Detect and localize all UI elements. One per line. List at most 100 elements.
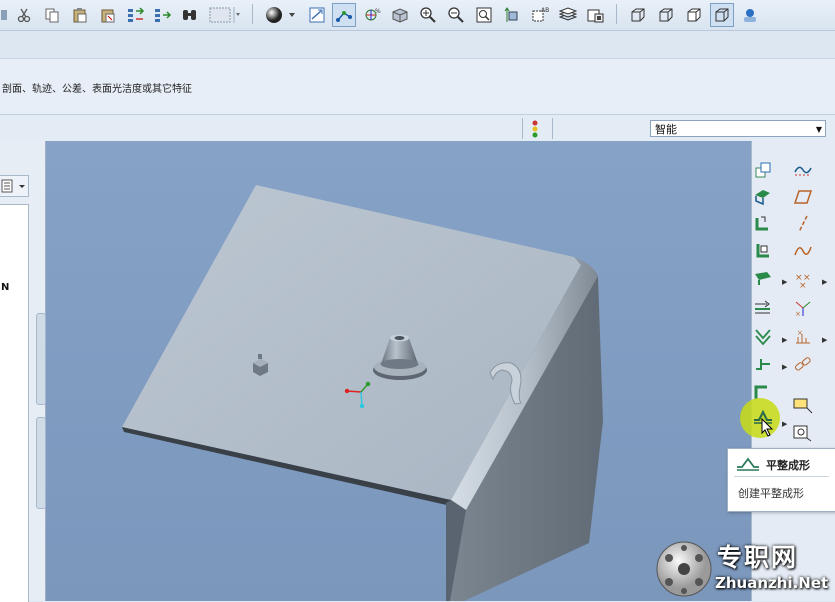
find-button[interactable] [178,3,202,27]
main-toolbar: % AB [0,0,835,31]
model-tree-button[interactable] [738,3,762,27]
view-manager-button[interactable] [388,3,412,27]
tooltip: 平整成形 创建平整成形 [727,448,835,512]
refit-button[interactable] [305,3,329,27]
analysis-icon: × [796,329,810,344]
svg-text:×: × [797,329,803,337]
twist-wall-button[interactable] [752,267,774,289]
datum-plane-button[interactable] [792,186,814,208]
zoom-in-button[interactable] [416,3,440,27]
datum-display-button[interactable] [332,3,356,27]
sketched-wall-button[interactable] [792,159,814,181]
panel-sash-lower[interactable] [36,417,46,509]
watermark-chinese: 专职网 [717,543,799,572]
zoom-box-icon [476,7,492,23]
tree-settings-button[interactable] [0,175,29,197]
flyout-arrow-icon: ▶ [782,336,788,344]
layers-icon [559,7,577,21]
appearance-button[interactable] [584,3,608,27]
toolbar-separator [252,4,253,24]
zoom-out-icon [448,7,464,23]
shaded-button[interactable] [710,3,734,27]
tooltip-title: 平整成形 [766,459,810,472]
hidden-line-button[interactable] [654,3,678,27]
flyout-arrow-icon: ▶ [782,278,788,286]
analysis-button[interactable]: × [792,326,814,348]
merge-wall-button[interactable] [752,297,774,319]
svg-text:×: × [795,310,801,318]
named-view-button[interactable]: AB [528,3,552,27]
soccer-ball-logo [656,541,712,597]
regenerate-manager-icon [155,9,172,22]
datum-axis-icon [798,215,808,233]
select-box-button[interactable] [206,3,244,27]
regenerate-manager-button[interactable] [151,3,175,27]
paste-button[interactable] [68,3,92,27]
datum-curve-button[interactable] [792,240,814,262]
regenerate-button[interactable] [124,3,148,27]
copy-icon [45,8,59,23]
selection-filter-select[interactable]: 智能 ▼ [650,120,826,137]
named-view-icon: AB [532,7,549,22]
chain-button[interactable] [792,354,814,376]
flyout-arrow-icon: ▶ [782,363,788,371]
datum-axis-button[interactable] [792,213,814,235]
merge-wall-icon [755,300,770,314]
toolbar-separator [616,4,617,24]
wireframe-icon [631,8,645,22]
inspect-button[interactable] [792,422,814,444]
datum-point-icon: × ×× [795,273,811,290]
model-tree-list[interactable] [0,204,29,602]
coordinate-system-button[interactable]: × [792,297,814,319]
rip-button[interactable] [752,326,774,348]
sheetmetal-model[interactable] [46,141,751,601]
no-hidden-button[interactable] [682,3,706,27]
svg-text:×: × [799,281,807,290]
regenerate-icon [128,7,145,22]
status-bar: 智能 ▼ [0,114,835,143]
tooltip-divider [734,476,829,477]
flat-wall-icon [755,190,770,206]
corner-relief-icon [756,359,770,370]
paste-special-icon [101,9,115,23]
paste-special-button[interactable] [96,3,120,27]
corner-relief-button[interactable] [752,354,774,376]
graphics-viewport[interactable] [46,141,751,601]
watermark: 专职网 Zhuanzhi.Net [655,536,835,601]
cut-button[interactable] [12,3,36,27]
shading-icon [266,7,295,23]
tooltip-description: 创建平整成形 [738,487,804,500]
flange-wall-icon [755,216,768,231]
layers-button[interactable] [556,3,580,27]
flyout-arrow-icon: ▶ [782,420,788,428]
find-icon [183,10,196,20]
flat-form-icon [737,457,759,471]
regen-status-icon[interactable] [529,120,541,138]
annotation-button[interactable] [792,395,814,417]
svg-text:%: % [375,8,381,15]
status-separator [552,118,553,139]
spin-center-icon: % [365,8,381,21]
zoom-in-icon [420,7,436,23]
extend-wall-button[interactable] [752,240,774,262]
zoom-box-button[interactable] [472,3,496,27]
flange-wall-button[interactable] [752,213,774,235]
datum-display-icon [336,11,352,22]
select-box-icon [209,7,240,23]
panel-sash-upper[interactable] [36,313,46,405]
flat-wall-button[interactable] [752,186,774,208]
unattached-wall-button[interactable] [752,159,774,181]
status-separator [522,118,523,139]
orient-button[interactable] [500,3,524,27]
flyout-arrow-icon: ▶ [822,278,828,286]
wireframe-button[interactable] [626,3,650,27]
twist-wall-icon [755,272,771,285]
copy-button[interactable] [40,3,64,27]
datum-point-button[interactable]: × × × [792,269,814,291]
sketch-icon [794,166,812,176]
hidden-line-icon [659,8,673,22]
datum-curve-icon [794,246,812,256]
shading-button[interactable] [262,3,300,27]
zoom-out-button[interactable] [444,3,468,27]
spin-center-button[interactable]: % [360,3,384,27]
